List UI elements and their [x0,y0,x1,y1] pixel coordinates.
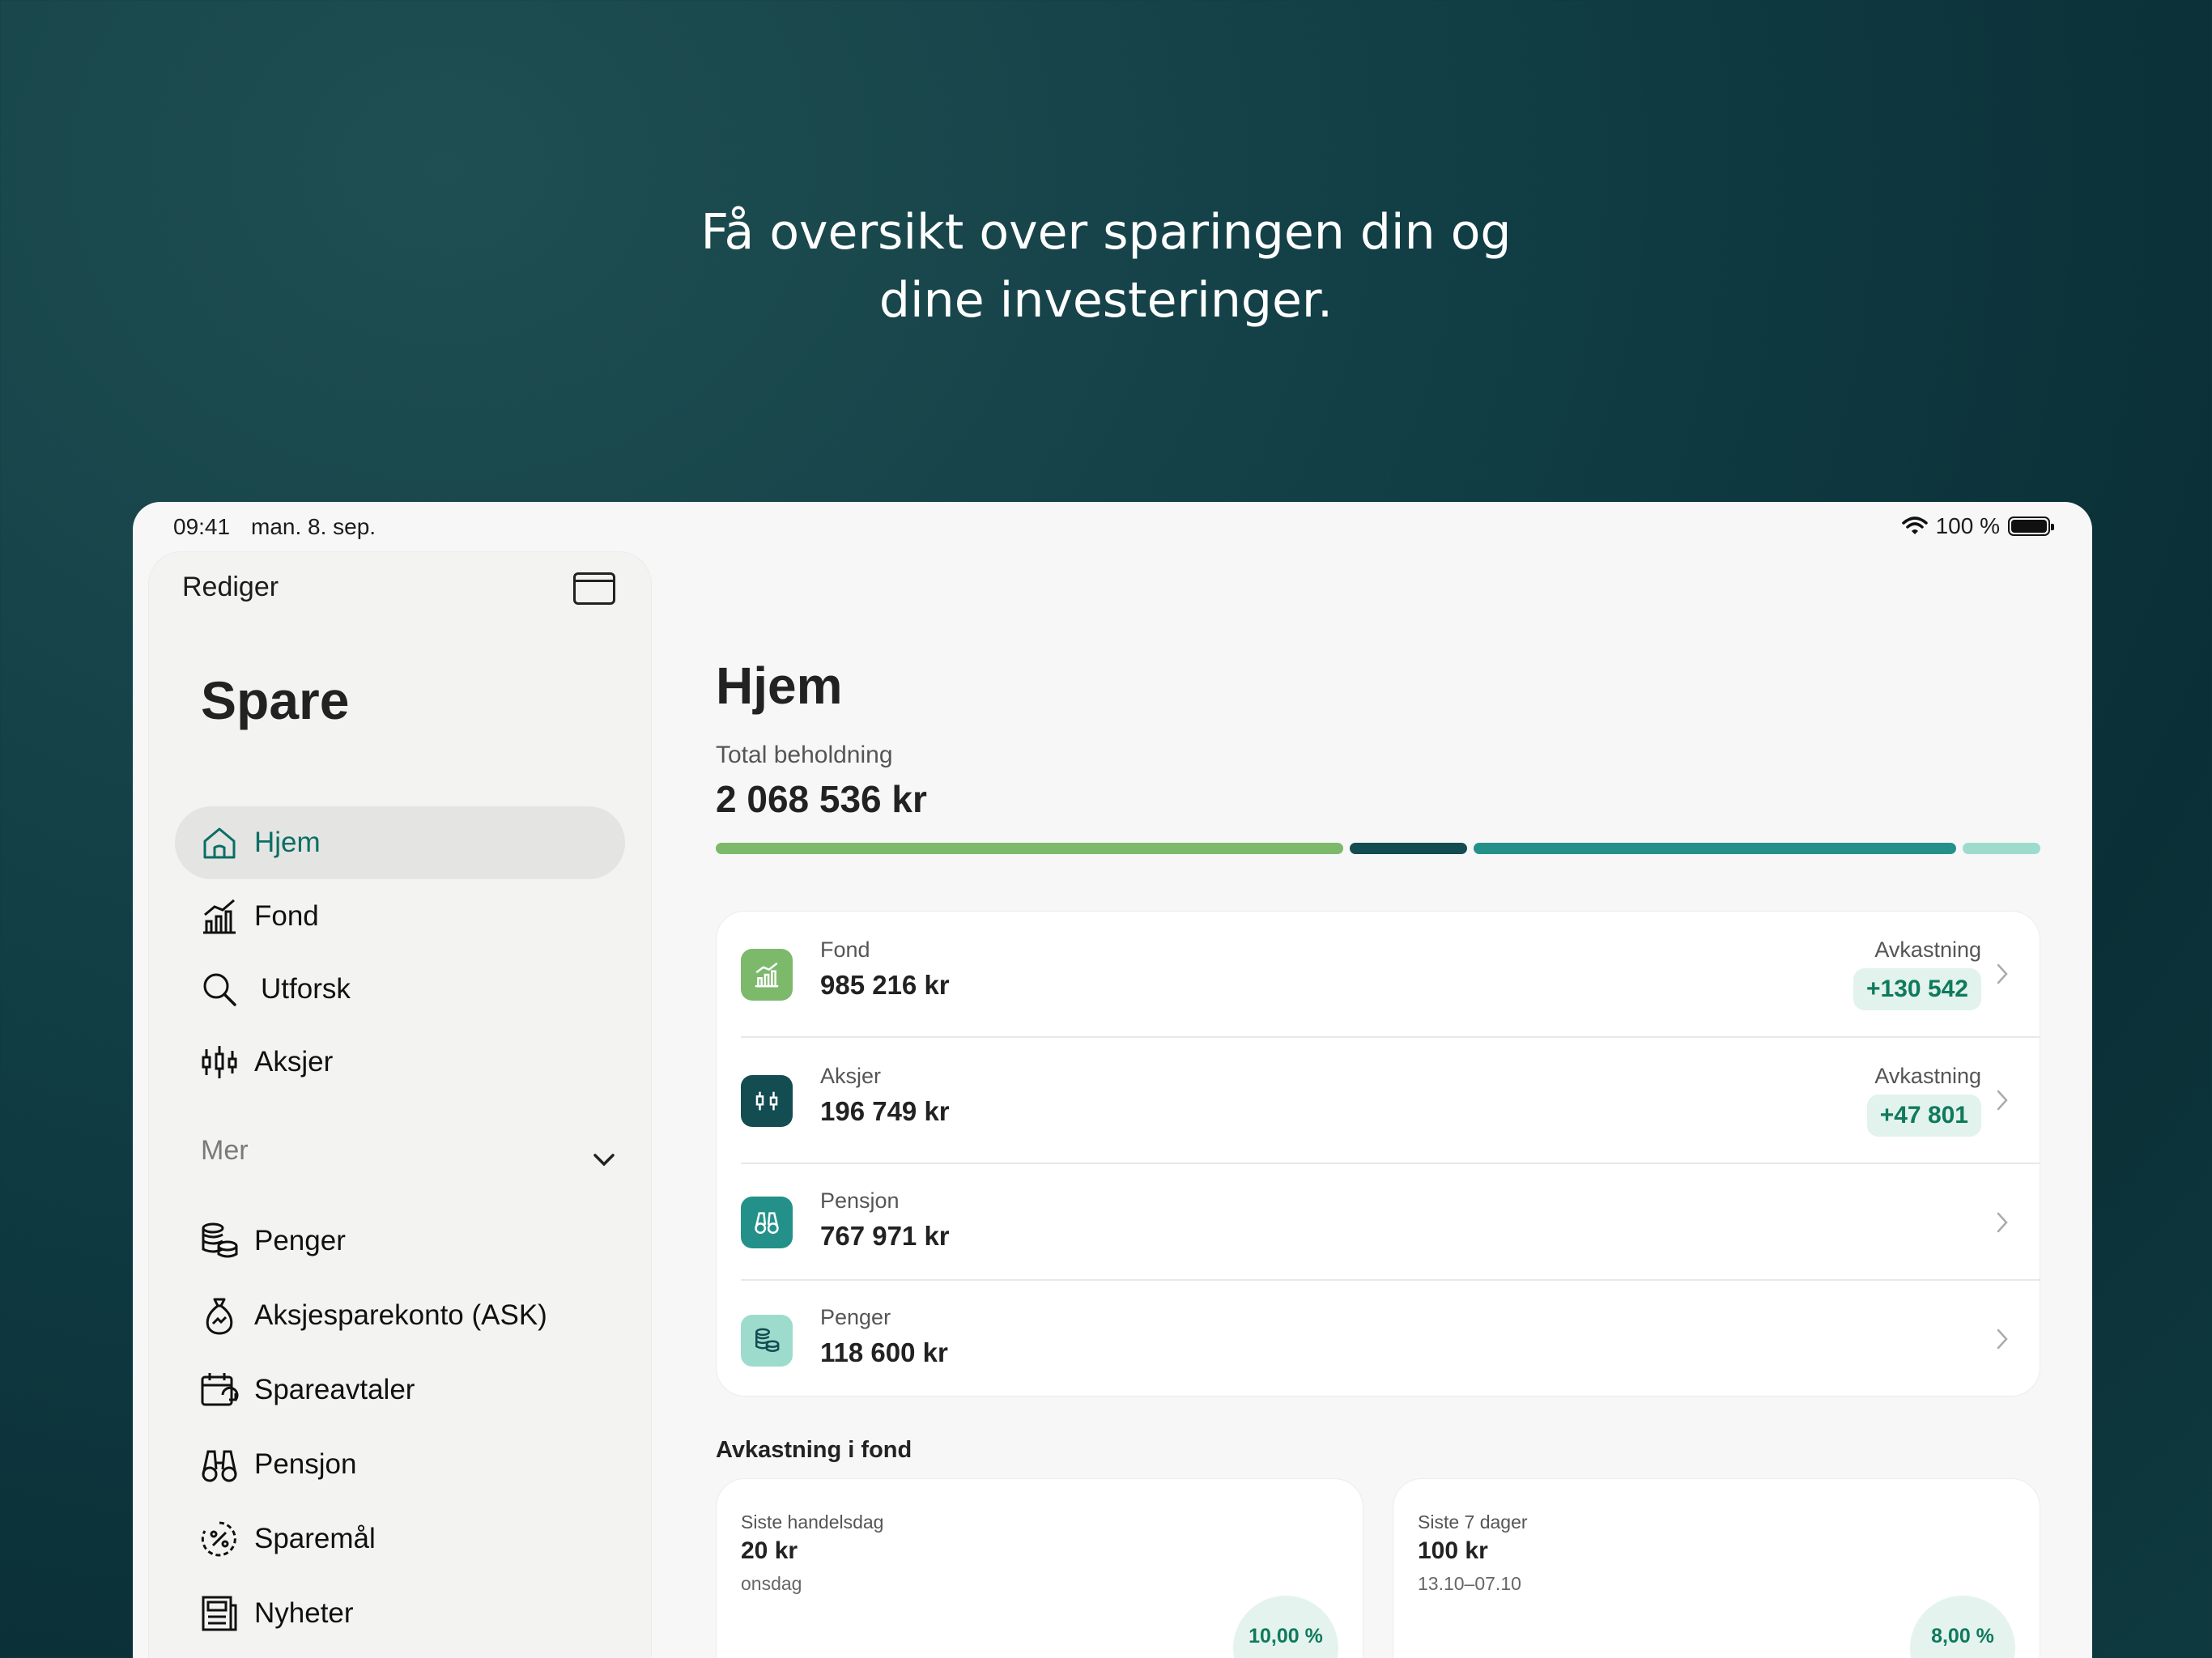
candlestick-icon [741,1075,793,1127]
return-amount: 100 kr [1418,1537,1488,1564]
allocation-bar-penger [1963,843,2040,854]
headline-line-2: dine investeringer. [878,272,1334,329]
status-date: man. 8. sep. [251,514,376,539]
account-row-fond[interactable]: Fond 985 216 kr Avkastning +130 542 [717,912,2040,1038]
allocation-bar-pensjon [1474,843,1956,854]
account-value: 196 749 kr [820,1096,950,1126]
money-bag-icon [199,1295,240,1336]
sidebar-item-label: Pensjon [254,1448,357,1480]
return-card-last-7-days[interactable]: Siste 7 dager 100 kr 13.10–07.10 8,00 % [1393,1478,2040,1658]
return-amount: 20 kr [741,1537,798,1564]
account-label: Pensjon [820,1188,900,1213]
candlestick-icon [199,1042,240,1082]
promo-headline: Få oversikt over sparingen din og dine i… [0,198,2212,334]
sidebar-item-label: Penger [254,1225,346,1256]
total-holdings-label: Total beholdning [716,742,893,768]
allocation-bar-aksjer [1350,843,1467,854]
chart-icon [199,896,240,937]
chevron-down-icon[interactable] [593,1153,615,1167]
sidebar-title: Spare [201,670,350,730]
sidebar-toggle-icon[interactable] [573,572,615,605]
account-row-aksjer[interactable]: Aksjer 196 749 kr Avkastning +47 801 [717,1038,2040,1164]
chevron-right-icon [1997,1212,2008,1233]
chevron-right-icon [1997,1090,2008,1111]
calendar-repeat-icon [199,1370,240,1410]
binoculars-icon [741,1197,793,1248]
account-value: 118 600 kr [820,1337,948,1367]
sidebar-item-hjem[interactable]: Hjem [175,806,625,879]
more-section-label[interactable]: Mer [201,1135,249,1167]
allocation-bar-fond [716,843,1343,854]
sidebar-item-aksjer[interactable]: Aksjer [175,1026,625,1099]
account-label: Aksjer [820,1064,882,1088]
chevron-right-icon [1997,1329,2008,1350]
return-badge: +130 542 [1853,968,1981,1010]
account-label: Fond [820,937,870,962]
sidebar-item-label: Spareavtaler [254,1374,415,1405]
sidebar: Rediger Spare Hjem Fond Utforsk Aksjer M… [149,552,651,1658]
sidebar-item-label: Nyheter [254,1597,354,1629]
binoculars-icon [199,1444,240,1485]
returns-section-title: Avkastning i fond [716,1437,912,1463]
search-icon [199,969,240,1010]
main-content: Hjem Total beholdning 2 068 536 kr Fond … [716,502,2060,1658]
coins-icon [741,1315,793,1367]
sidebar-item-nyheter[interactable]: Nyheter [175,1577,625,1650]
status-time: 09:41 [173,514,231,539]
return-period-sub: onsdag [741,1573,802,1594]
return-period-label: Siste 7 dager [1418,1511,1528,1533]
return-percent-badge: 8,00 % [1910,1596,2015,1658]
return-period-label: Siste handelsdag [741,1511,884,1533]
newspaper-icon [199,1593,240,1634]
sidebar-item-label: Sparemål [254,1523,376,1554]
edit-button[interactable]: Rediger [182,572,279,603]
chart-icon [741,949,793,1001]
return-label: Avkastning [1874,937,1981,962]
sidebar-item-penger[interactable]: Penger [175,1205,625,1278]
account-row-penger[interactable]: Penger 118 600 kr [717,1281,2040,1397]
sidebar-item-fond[interactable]: Fond [175,880,625,953]
return-percent-badge: 10,00 % [1233,1596,1338,1658]
account-label: Penger [820,1305,891,1329]
sidebar-item-label: Hjem [254,827,321,858]
account-value: 767 971 kr [820,1221,950,1251]
return-badge: +47 801 [1866,1095,1981,1137]
sidebar-item-pensjon[interactable]: Pensjon [175,1428,625,1501]
account-value: 985 216 kr [820,970,950,1000]
percent-goal-icon [199,1519,240,1559]
sidebar-item-sparemal[interactable]: Sparemål [175,1503,625,1575]
sidebar-item-label: Fond [254,900,319,932]
accounts-card: Fond 985 216 kr Avkastning +130 542 Aksj… [716,911,2040,1397]
tablet-screen: 09:41 man. 8. sep. 100 % Rediger Spare H… [133,502,2092,1658]
return-label: Avkastning [1874,1064,1981,1088]
total-holdings-value: 2 068 536 kr [716,778,927,820]
sidebar-item-ask[interactable]: Aksjesparekonto (ASK) [175,1279,625,1352]
account-row-pensjon[interactable]: Pensjon 767 971 kr [717,1164,2040,1281]
sidebar-item-label: Aksjer [254,1046,334,1078]
headline-line-1: Få oversikt over sparingen din og [700,204,1512,261]
sidebar-item-label: Utforsk [261,973,351,1005]
return-card-last-day[interactable]: Siste handelsdag 20 kr onsdag 10,00 % [716,1478,1363,1658]
page-title: Hjem [716,657,843,715]
sidebar-item-spareavtaler[interactable]: Spareavtaler [175,1354,625,1426]
house-icon [199,823,240,863]
coins-icon [199,1221,240,1261]
sidebar-item-utforsk[interactable]: Utforsk [175,953,625,1026]
chevron-right-icon [1997,963,2008,984]
sidebar-item-label: Aksjesparekonto (ASK) [254,1299,547,1331]
return-period-sub: 13.10–07.10 [1418,1573,1521,1594]
